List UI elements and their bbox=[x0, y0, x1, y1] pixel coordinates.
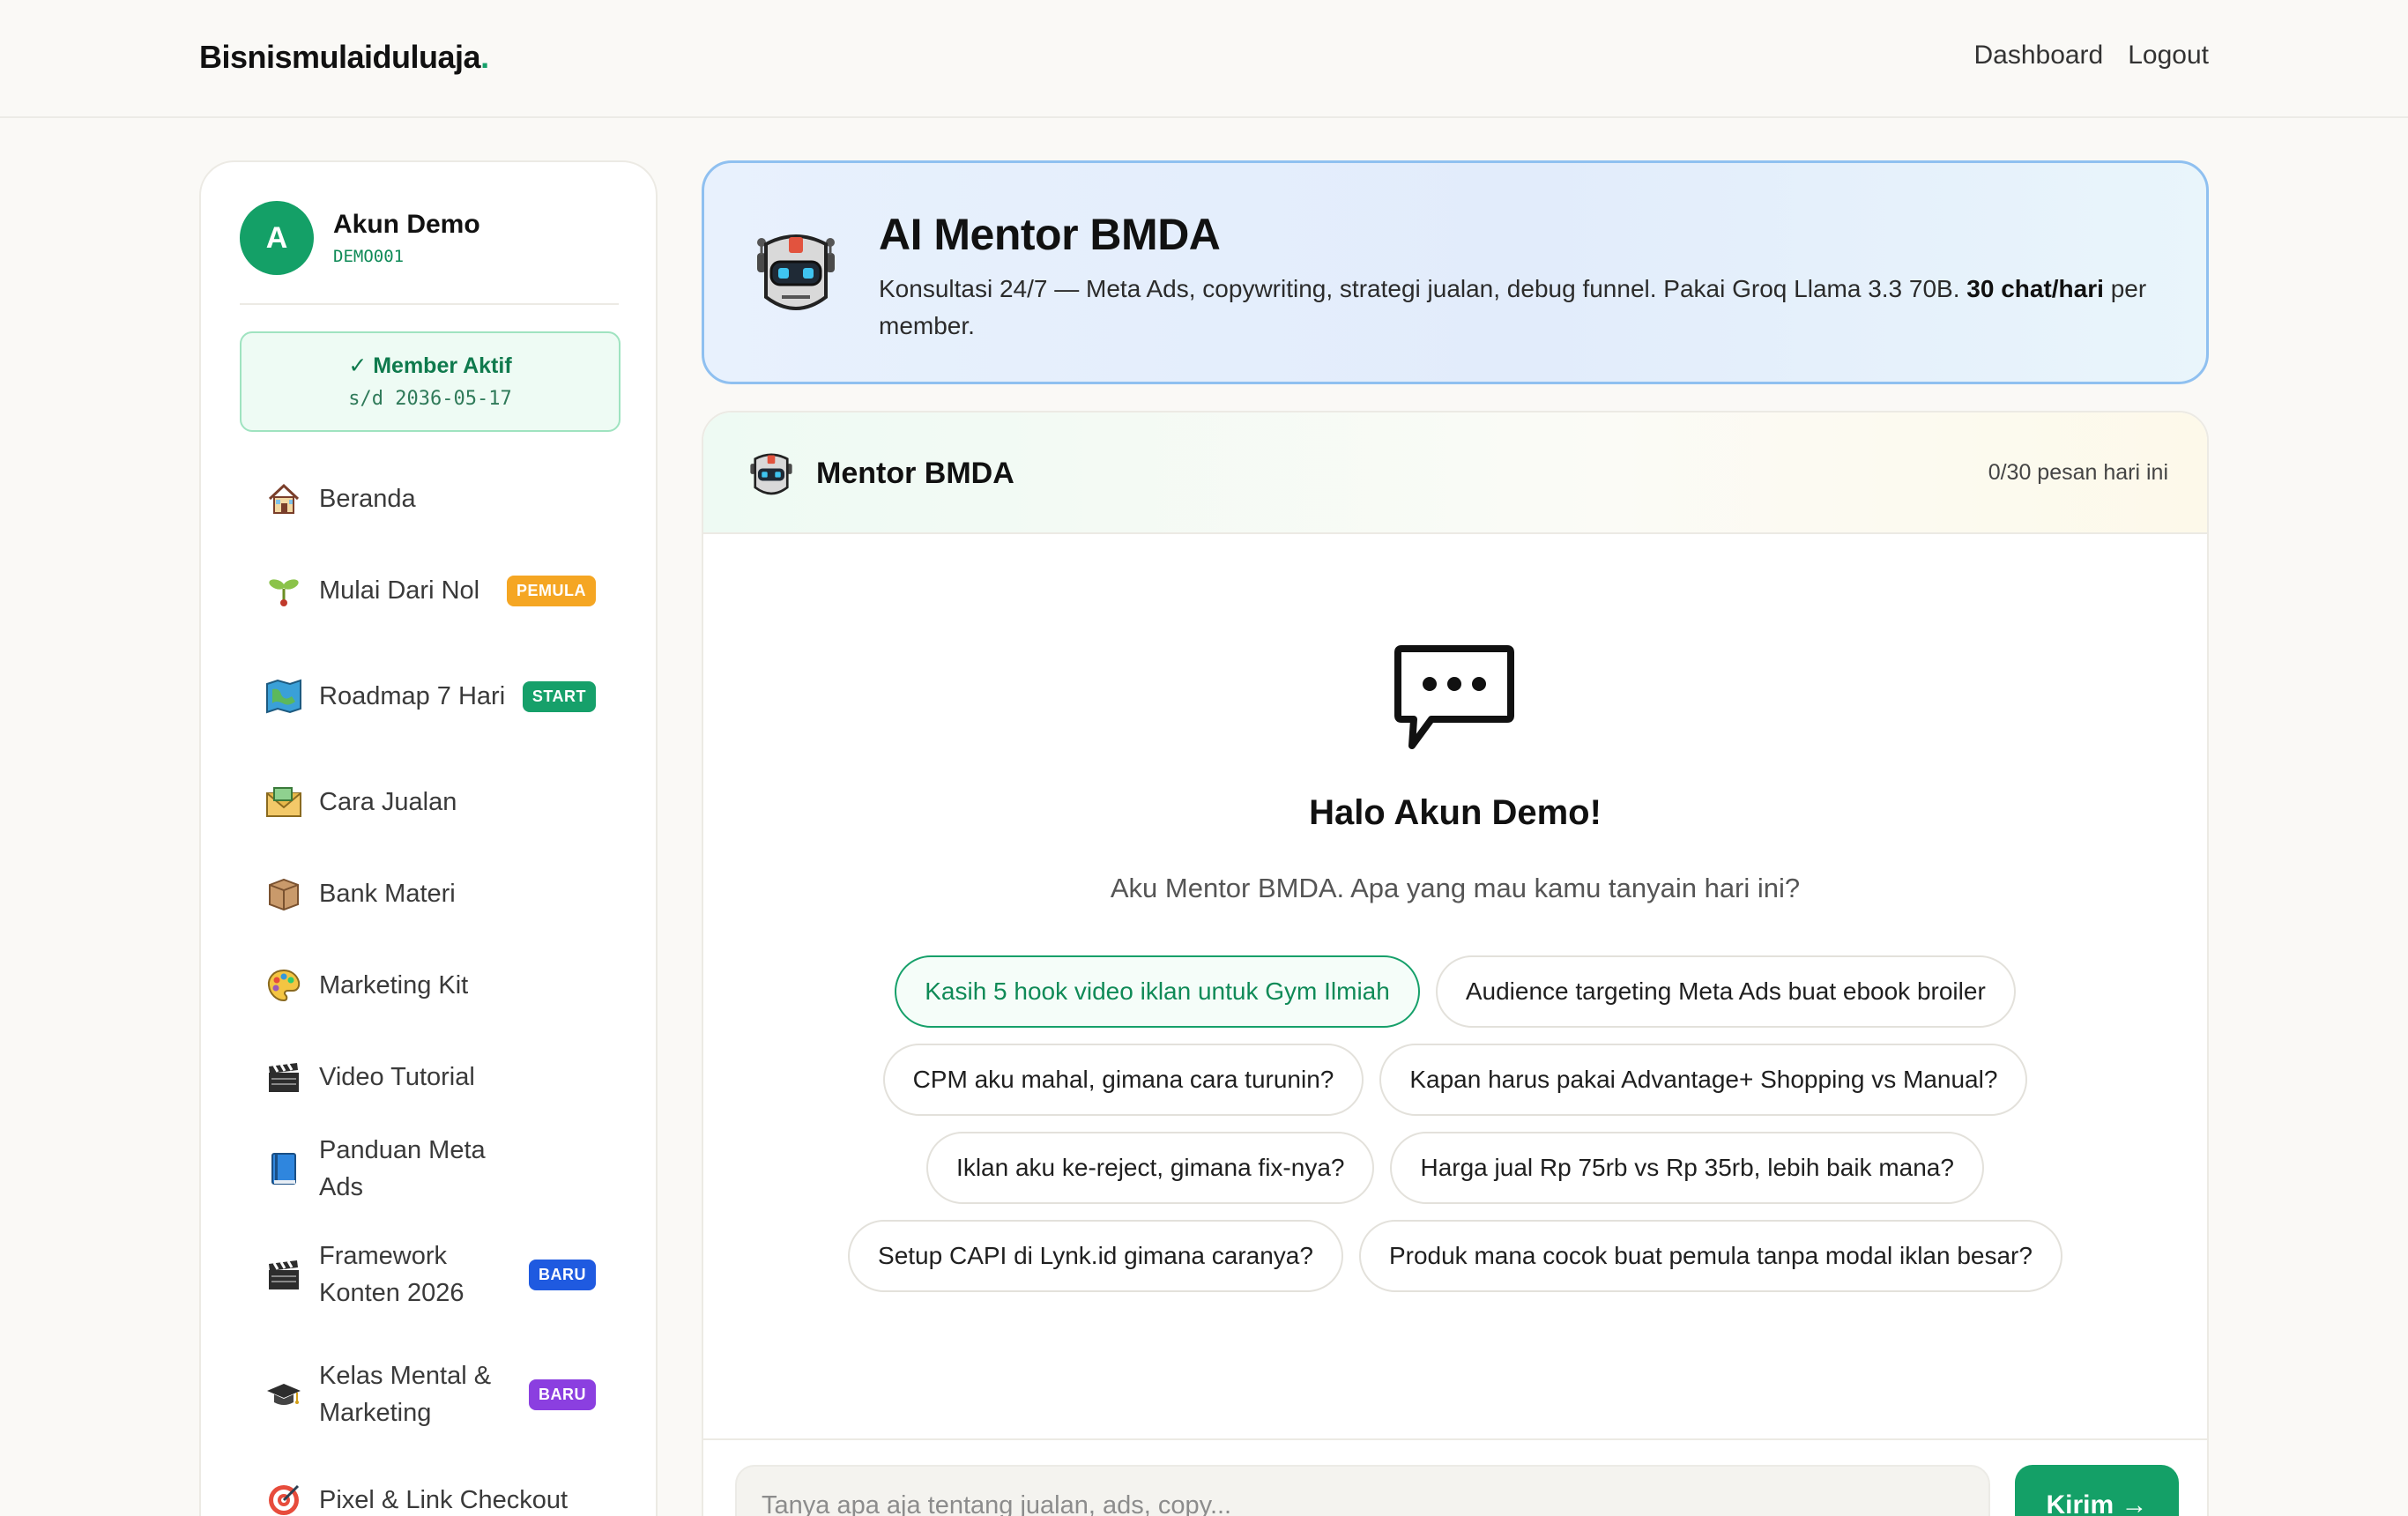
sidebar-item-marketing-kit[interactable]: Marketing Kit bbox=[240, 940, 621, 1031]
sidebar-item-framework-konten-2026[interactable]: Framework Konten 2026 BARU bbox=[240, 1215, 621, 1334]
suggestion-chip[interactable]: Produk mana cocok buat pemula tanpa moda… bbox=[1358, 1220, 2062, 1292]
sidebar-item-label: Kelas Mental & Marketing bbox=[319, 1361, 492, 1427]
greeting: Halo Akun Demo! bbox=[1309, 793, 1602, 832]
suggestion-chips: Kasih 5 hook video iklan untuk Gym Ilmia… bbox=[703, 955, 2207, 1308]
message-count: 0/30 pesan hari ini bbox=[1988, 460, 2168, 485]
sidebar: A Akun Demo DEMO001 ✓ Member Aktif s/d 2… bbox=[199, 160, 658, 1516]
sidebar-item-label: Framework Konten 2026 bbox=[319, 1241, 465, 1307]
desc-limit: 30 chat/hari bbox=[1966, 275, 2104, 302]
sidebar-item-label: Cara Jualan bbox=[319, 787, 457, 816]
sidebar-item-label: Roadmap 7 Hari bbox=[319, 681, 506, 710]
suggestion-chip[interactable]: CPM aku mahal, gimana cara turunin? bbox=[882, 1044, 1364, 1116]
profile: A Akun Demo DEMO001 bbox=[240, 201, 480, 275]
sidebar-item-label: Bank Materi bbox=[319, 879, 456, 908]
brand-logo[interactable]: Bisnismulaiduluaja. bbox=[199, 39, 489, 76]
dashboard-link[interactable]: Dashboard bbox=[1973, 41, 2103, 71]
sidebar-item-roadmap-7-hari[interactable]: Roadmap 7 Hari START bbox=[240, 636, 621, 756]
profile-name: Akun Demo bbox=[333, 210, 480, 239]
clapperboard-icon bbox=[264, 1255, 303, 1294]
package-icon bbox=[264, 874, 303, 913]
target-icon bbox=[264, 1481, 303, 1516]
badge-baru: BARU bbox=[529, 1379, 596, 1410]
palette-icon bbox=[264, 966, 303, 1005]
sidebar-item-label: Video Tutorial bbox=[319, 1062, 475, 1091]
desc-text: Konsultasi 24/7 — Meta Ads, copywriting,… bbox=[879, 275, 1967, 302]
badge-start: START bbox=[522, 680, 596, 712]
badge-baru: BARU bbox=[529, 1259, 596, 1290]
membership-status-box: ✓ Member Aktif s/d 2036-05-17 bbox=[240, 331, 621, 432]
book-icon bbox=[264, 1149, 303, 1188]
sidebar-item-bank-materi[interactable]: Bank Materi bbox=[240, 848, 621, 940]
sidebar-item-cara-jualan[interactable]: Cara Jualan bbox=[240, 756, 621, 848]
membership-status: ✓ Member Aktif bbox=[348, 353, 512, 378]
suggestion-chip[interactable]: Kasih 5 hook video iklan untuk Gym Ilmia… bbox=[895, 955, 1420, 1028]
suggestion-chip[interactable]: Kapan harus pakai Advantage+ Shopping vs… bbox=[1379, 1044, 2028, 1116]
seedling-icon bbox=[264, 571, 303, 610]
page-title: AI Mentor BMDA bbox=[879, 210, 1221, 259]
graduation-cap-icon bbox=[264, 1375, 303, 1414]
sidebar-nav: Beranda Mulai Dari Nol PEMULA Roadmap 7 … bbox=[240, 453, 621, 1516]
house-icon bbox=[264, 479, 303, 518]
clapperboard-icon bbox=[264, 1058, 303, 1096]
chat-title: Mentor BMDA bbox=[816, 457, 1014, 490]
suggestion-chip[interactable]: Harga jual Rp 75rb vs Rp 35rb, lebih bai… bbox=[1390, 1132, 1984, 1204]
sidebar-item-pixel-link-checkout[interactable]: Pixel & Link Checkout bbox=[240, 1454, 621, 1516]
sidebar-item-mulai-dari-nol[interactable]: Mulai Dari Nol PEMULA bbox=[240, 545, 621, 636]
send-button[interactable]: Kirim → bbox=[2015, 1465, 2179, 1516]
sidebar-item-beranda[interactable]: Beranda bbox=[240, 453, 621, 545]
sidebar-item-label: Beranda bbox=[319, 484, 416, 513]
logout-link[interactable]: Logout bbox=[2128, 41, 2209, 71]
robot-icon bbox=[746, 450, 797, 505]
divider bbox=[240, 303, 619, 305]
sidebar-item-label: Pixel & Link Checkout bbox=[319, 1485, 569, 1514]
sidebar-item-kelas-mental-marketing[interactable]: Kelas Mental & Marketing BARU bbox=[240, 1334, 621, 1454]
chat-input-area: Kirim → bbox=[703, 1438, 2207, 1516]
suggestion-chip[interactable]: Audience targeting Meta Ads buat ebook b… bbox=[1435, 955, 2016, 1028]
chat-input[interactable] bbox=[735, 1465, 1990, 1516]
chat-header: Mentor BMDA 0/30 pesan hari ini bbox=[703, 412, 2207, 534]
sidebar-item-label: Mulai Dari Nol bbox=[319, 576, 480, 605]
sidebar-item-label: Marketing Kit bbox=[319, 970, 469, 1000]
money-envelope-icon bbox=[264, 783, 303, 821]
sidebar-item-video-tutorial[interactable]: Video Tutorial bbox=[240, 1031, 621, 1123]
badge-pemula: PEMULA bbox=[507, 575, 596, 606]
top-bar: Bisnismulaiduluaja. Dashboard Logout bbox=[0, 0, 2408, 118]
profile-code: DEMO001 bbox=[333, 247, 405, 266]
brand-name: Bisnismulaiduluaja bbox=[199, 39, 481, 75]
top-nav: Dashboard Logout bbox=[1973, 41, 2209, 71]
chat-panel: Mentor BMDA 0/30 pesan hari ini Halo Aku… bbox=[702, 411, 2209, 1516]
suggestion-chip[interactable]: Iklan aku ke-reject, gimana fix-nya? bbox=[926, 1132, 1375, 1204]
suggestion-chip[interactable]: Setup CAPI di Lynk.id gimana caranya? bbox=[848, 1220, 1343, 1292]
avatar: A bbox=[240, 201, 314, 275]
sidebar-item-panduan-meta-ads[interactable]: Panduan Meta Ads bbox=[240, 1123, 621, 1215]
brand-dot: . bbox=[480, 39, 489, 75]
robot-icon bbox=[750, 227, 842, 326]
page-description: Konsultasi 24/7 — Meta Ads, copywriting,… bbox=[879, 271, 2174, 345]
speech-bubble-icon bbox=[1393, 643, 1516, 757]
greeting-subtitle: Aku Mentor BMDA. Apa yang mau kamu tanya… bbox=[1110, 873, 1801, 903]
map-icon bbox=[264, 677, 303, 716]
membership-until: s/d 2036-05-17 bbox=[348, 388, 512, 410]
ai-mentor-header-card: AI Mentor BMDA Konsultasi 24/7 — Meta Ad… bbox=[702, 160, 2209, 384]
sidebar-item-label: Panduan Meta Ads bbox=[319, 1135, 486, 1201]
